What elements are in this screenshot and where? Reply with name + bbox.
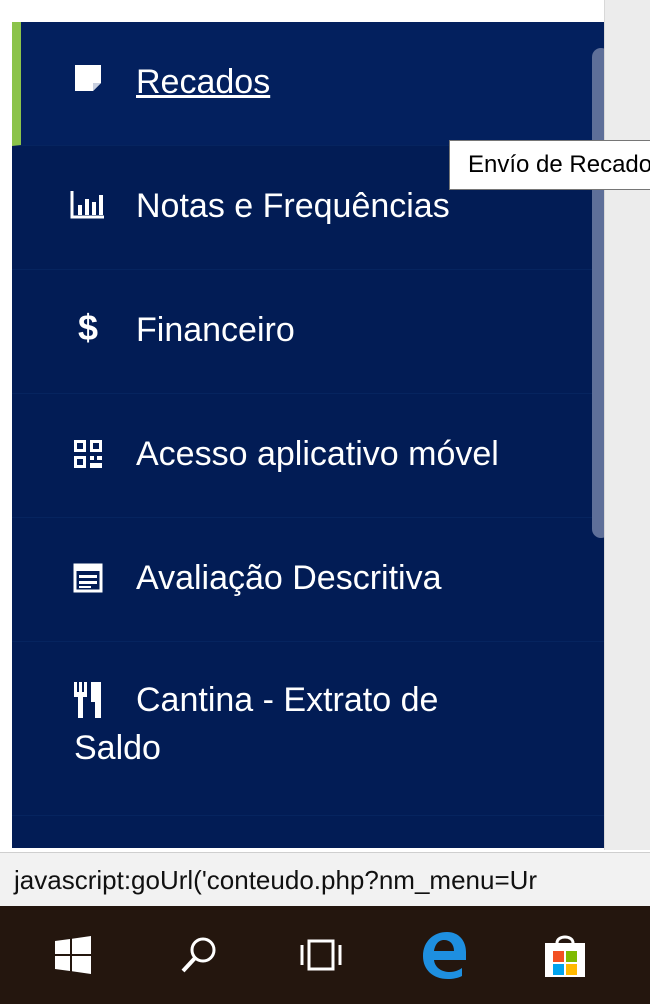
sticky-note-icon xyxy=(70,60,106,96)
search-icon[interactable] xyxy=(156,906,242,1004)
sidebar-scrollbar[interactable] xyxy=(592,48,604,538)
calendar-icon xyxy=(70,560,106,596)
menu-item-label: Notas e Frequências xyxy=(136,187,450,225)
menu-item-acesso-aplicativo[interactable]: Acesso aplicativo móvel xyxy=(12,394,604,518)
qr-code-icon xyxy=(70,436,106,472)
menu-item-financeiro[interactable]: $ Financeiro xyxy=(12,270,604,394)
menu-item-label: Avaliação Descritiva xyxy=(136,559,442,597)
content-area xyxy=(604,0,650,850)
menu-item-label: Financeiro xyxy=(136,311,295,349)
windows-start-icon[interactable] xyxy=(30,906,116,1004)
menu-item-avaliacao-descritiva[interactable]: Avaliação Descritiva xyxy=(12,518,604,642)
dollar-icon: $ xyxy=(77,307,99,348)
menu-item-label: Acesso aplicativo móvel xyxy=(136,435,499,473)
menu-item-label: Recados xyxy=(136,63,271,101)
menu-item-recados[interactable]: Recados xyxy=(12,22,604,146)
menu-item-cantina[interactable]: Cantina - Extrato de Saldo xyxy=(12,642,604,816)
menu-item-label: Cantina - Extrato de Saldo xyxy=(74,681,439,767)
task-view-icon[interactable] xyxy=(278,906,364,1004)
microsoft-store-icon[interactable] xyxy=(522,906,608,1004)
bar-chart-icon xyxy=(70,186,106,222)
tooltip: Envío de Recados xyxy=(449,140,650,190)
windows-taskbar xyxy=(0,906,650,1004)
edge-browser-icon[interactable] xyxy=(400,906,486,1004)
browser-status-url: javascript:goUrl('conteudo.php?nm_menu=U… xyxy=(0,852,650,906)
